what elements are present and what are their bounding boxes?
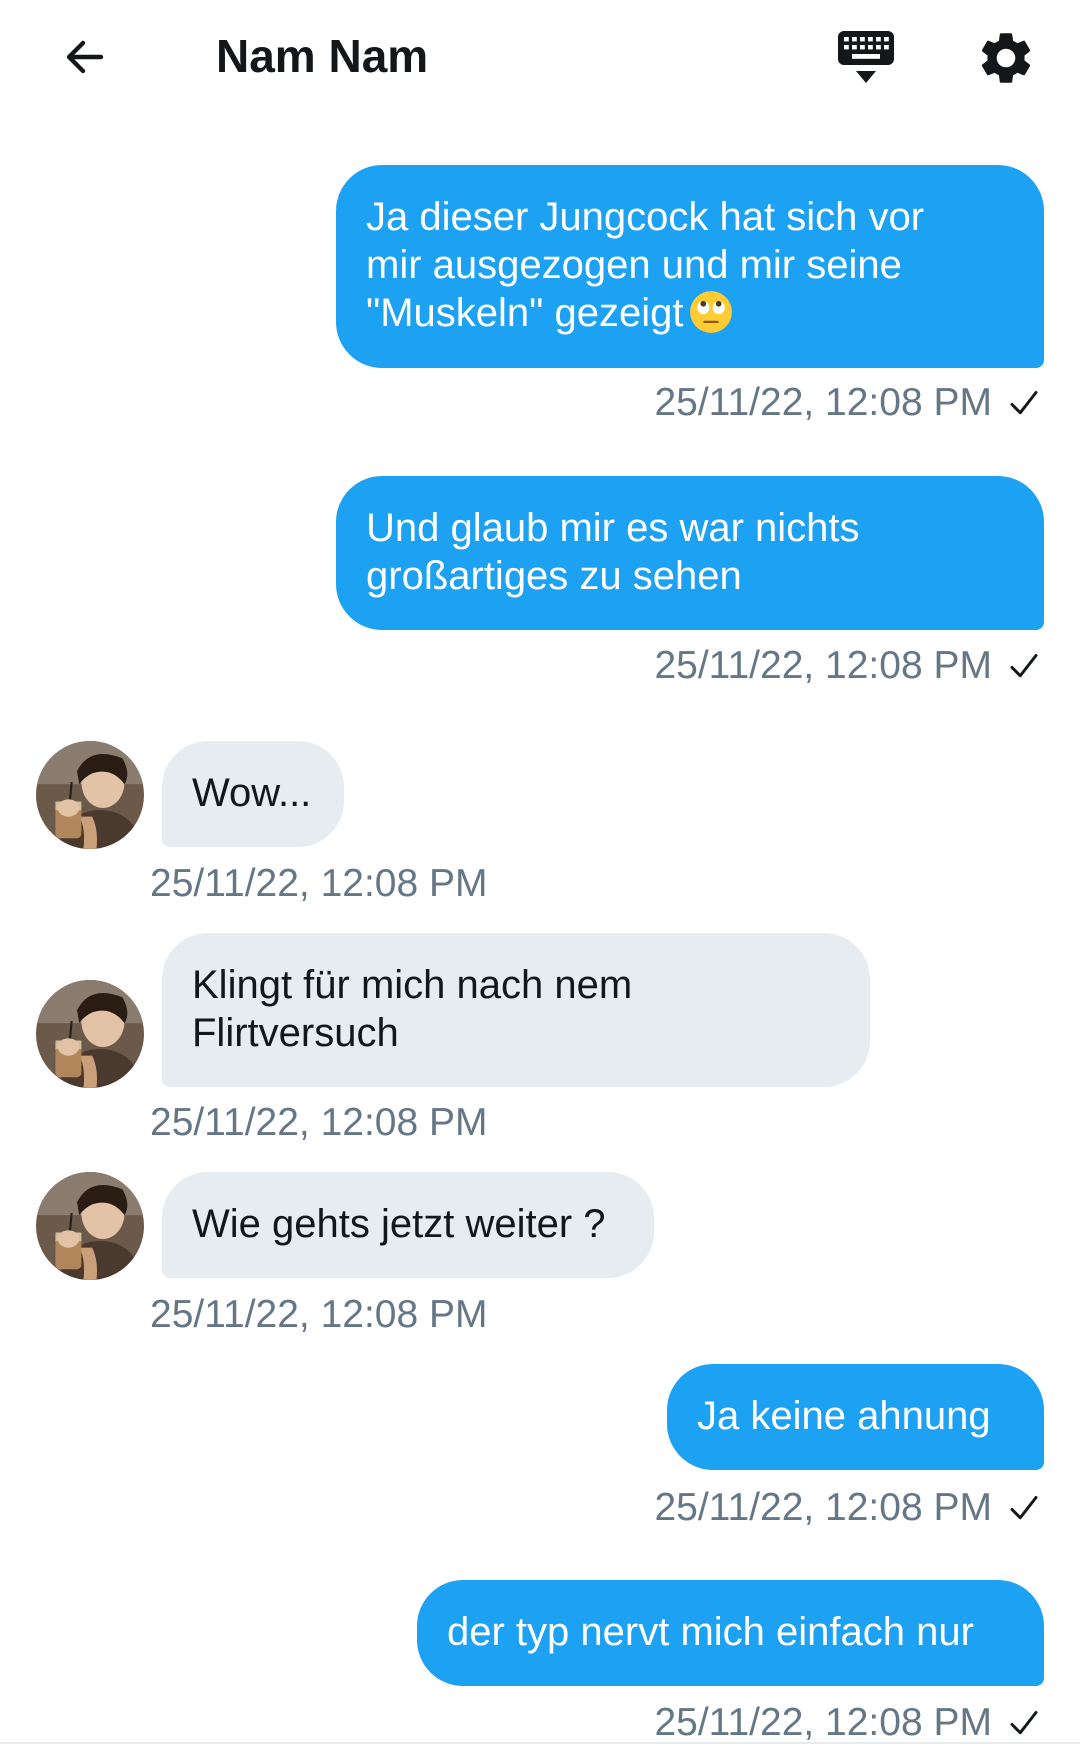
timestamp-row: 25/11/22, 12:08 PM — [560, 1485, 1042, 1531]
message-line: Ja dieser Jungcock hat sich vor — [366, 195, 925, 239]
message-line: der typ nervt mich einfach nur — [447, 1610, 974, 1654]
avatar[interactable] — [36, 980, 144, 1088]
message-line: "Muskeln" gezeigt — [366, 291, 684, 335]
check-icon — [1006, 648, 1042, 684]
message-timestamp: 25/11/22, 12:08 PM — [654, 1701, 992, 1744]
message-timestamp: 25/11/22, 12:08 PM — [654, 644, 992, 687]
message-line: großartiges zu sehen — [366, 554, 742, 598]
message-bubble-incoming[interactable]: Wow... — [162, 741, 344, 847]
settings-button[interactable] — [968, 20, 1044, 96]
timestamp-row: 25/11/22, 12:08 PM — [560, 1700, 1042, 1746]
message-timestamp: 25/11/22, 12:08 PM — [150, 1101, 488, 1144]
keyboard-icon — [838, 31, 894, 83]
message-timestamp: 25/11/22, 12:08 PM — [654, 1486, 992, 1529]
message-bubble-outgoing[interactable]: Ja dieser Jungcock hat sich vor mir ausg… — [336, 165, 1044, 368]
message-bubble-outgoing[interactable]: der typ nervt mich einfach nur — [417, 1580, 1044, 1686]
message-line: mir ausgezogen und mir seine — [366, 243, 902, 287]
conversation-title: Nam Nam — [216, 30, 429, 82]
message-timestamp: 25/11/22, 12:08 PM — [150, 1293, 488, 1336]
divider — [0, 1742, 1080, 1744]
message-bubble-outgoing[interactable]: Und glaub mir es war nichts großartiges … — [336, 476, 1044, 630]
message-bubble-incoming[interactable]: Wie gehts jetzt weiter ? — [162, 1172, 654, 1278]
check-icon — [1006, 1490, 1042, 1526]
message-line-with-emoji: "Muskeln" gezeigt — [366, 289, 1014, 337]
message-line: Klingt für mich nach nem — [192, 963, 633, 1007]
gear-icon — [981, 33, 1031, 83]
timestamp-row: 25/11/22, 12:08 PM — [560, 380, 1042, 426]
timestamp-row: 25/11/22, 12:08 PM — [560, 643, 1042, 689]
keyboard-button[interactable] — [826, 22, 906, 92]
message-line: Flirtversuch — [192, 1011, 399, 1055]
back-button[interactable] — [50, 22, 120, 92]
message-timestamp: 25/11/22, 12:08 PM — [150, 862, 488, 905]
message-line: Und glaub mir es war nichts — [366, 506, 860, 550]
avatar[interactable] — [36, 741, 144, 849]
face-with-rolling-eyes-icon — [690, 291, 733, 333]
message-bubble-outgoing[interactable]: Ja keine ahnung — [667, 1364, 1044, 1470]
message-bubble-incoming[interactable]: Klingt für mich nach nem Flirtversuch — [162, 933, 870, 1087]
message-line: Ja keine ahnung — [697, 1394, 991, 1438]
arrow-left-icon — [66, 40, 104, 74]
message-line: Wie gehts jetzt weiter ? — [192, 1202, 606, 1246]
check-icon — [1006, 1705, 1042, 1741]
chat-header: Nam Nam — [0, 0, 1080, 112]
avatar[interactable] — [36, 1172, 144, 1280]
message-timestamp: 25/11/22, 12:08 PM — [654, 381, 992, 424]
message-line: Wow... — [192, 771, 312, 815]
check-icon — [1006, 385, 1042, 421]
